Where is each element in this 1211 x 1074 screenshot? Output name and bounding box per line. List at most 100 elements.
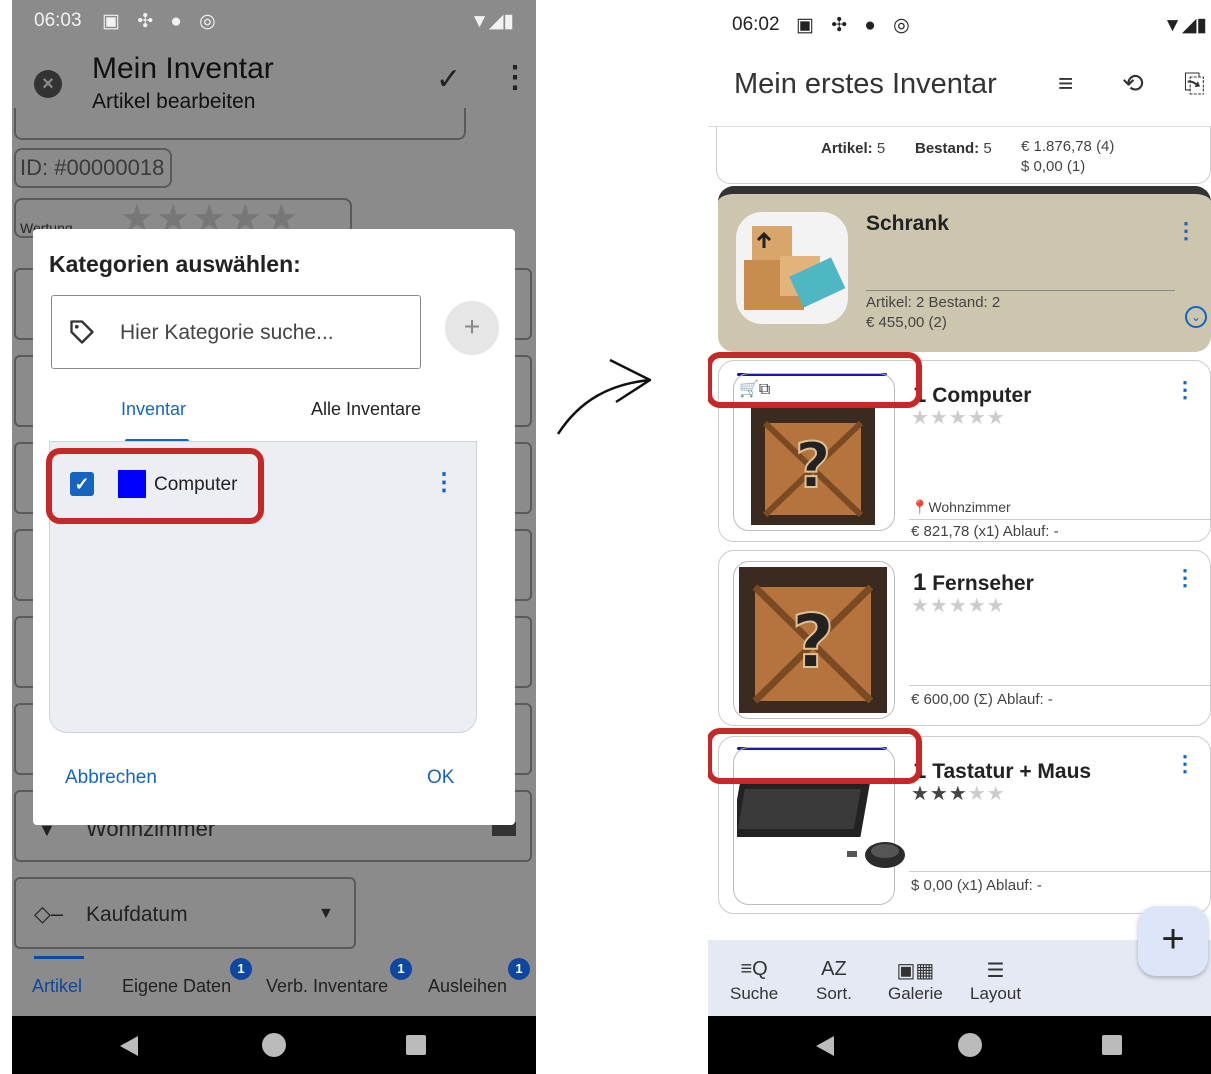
tab-verb-inventare[interactable]: Verb. Inventare <box>266 976 388 997</box>
back-icon[interactable] <box>816 1036 834 1056</box>
tab-badge: 1 <box>390 958 412 980</box>
tab-badge: 1 <box>230 958 252 980</box>
chevron-down-icon[interactable]: ▼ <box>318 905 334 923</box>
tab-ausleihen[interactable]: Ausleihen <box>428 976 507 997</box>
item-name: Fernseher <box>932 572 1034 595</box>
tag-icon <box>70 320 94 344</box>
tab-artikel[interactable]: Artikel <box>32 976 82 997</box>
divider <box>909 685 1210 686</box>
edit-tabs: Artikel Eigene Daten 1 Verb. Inventare 1… <box>12 956 536 1016</box>
item-name: Computer <box>932 384 1032 407</box>
group-thumbnail <box>736 212 848 324</box>
search-label: Suche <box>730 984 779 1003</box>
summary-bestand: Bestand: 5 <box>915 140 992 157</box>
summary-bestand-value: 5 <box>983 140 992 157</box>
item-stars: ★★★★★ <box>911 595 1006 617</box>
layout-button[interactable]: ☰ Layout <box>970 958 1021 1004</box>
form-field-bg <box>14 108 466 140</box>
category-search-input[interactable] <box>120 316 410 350</box>
item-location: 📍Wohnzimmer <box>911 499 1011 515</box>
transition-arrow-icon <box>556 358 652 435</box>
add-item-fab[interactable]: + <box>1138 906 1208 976</box>
edit-item-screen: 06:03 ▣ ✣ ● ◎ ▼◢▮ × Mein Inventar Artike… <box>12 0 536 1074</box>
notification-icons: ▣ ✣ ● ◎ <box>102 11 222 32</box>
layout-label: Layout <box>970 984 1022 1003</box>
item-menu-icon[interactable]: ⋮ <box>1174 751 1196 777</box>
search-button[interactable]: ≡Q Suche <box>730 958 778 1004</box>
status-bar: 06:03 ▣ ✣ ● ◎ ▼◢▮ <box>12 0 536 44</box>
group-card[interactable]: Schrank Artikel: 2 Bestand: 2 € 455,00 (… <box>718 186 1211 352</box>
svg-text:?: ? <box>792 599 835 685</box>
summary-artikel-label: Artikel: <box>821 140 873 157</box>
purchase-date-field[interactable]: ◇– Kaufdatum ▼ <box>14 877 356 949</box>
boxes-icon <box>744 226 846 310</box>
divider <box>909 519 1210 520</box>
save-check-icon[interactable]: ✓ <box>436 62 461 97</box>
tab-inventar[interactable]: Inventar <box>121 399 186 420</box>
history-settings-icon[interactable]: ⟲ <box>1122 68 1144 99</box>
signal-battery-icons: ▼◢▮ <box>470 11 514 32</box>
tab-alle-inventare[interactable]: Alle Inventare <box>311 399 421 420</box>
item-stars: ★★★★★ <box>911 407 1006 429</box>
summary-bestand-label: Bestand: <box>915 140 980 157</box>
purchase-date-label: Kaufdatum <box>86 903 188 926</box>
bottom-toolbar: ≡Q Suche AZ Sort. ▣▦ Galerie ☰ Layout <box>708 940 1211 1018</box>
home-icon[interactable] <box>262 1033 286 1057</box>
page-title: Mein Inventar <box>92 52 274 85</box>
cancel-button[interactable]: Abbrechen <box>65 767 157 789</box>
placeholder-crate-image: ? <box>751 405 875 525</box>
export-file-icon[interactable]: ⎘ <box>1184 68 1205 100</box>
status-bar: 06:02 ▣ ✣ ● ◎ ▼◢▮ <box>708 0 1211 50</box>
filter-icon[interactable]: ≡ <box>1058 68 1073 99</box>
recents-icon[interactable] <box>1102 1035 1122 1055</box>
layout-list-icon: ☰ <box>986 960 1005 982</box>
item-name: Tastatur + Maus <box>932 760 1092 783</box>
tab-eigene-daten[interactable]: Eigene Daten <box>122 976 231 997</box>
system-nav-bar <box>12 1016 536 1074</box>
expand-icon[interactable]: ⌄ <box>1185 306 1207 328</box>
item-stars: ★★★★★ <box>911 783 1006 805</box>
svg-text:?: ? <box>795 429 831 502</box>
signal-battery-icons: ▼◢▮ <box>1163 15 1207 36</box>
category-menu-icon[interactable]: ⋮ <box>432 468 456 497</box>
page-title: Mein erstes Inventar <box>734 68 997 100</box>
gallery-label: Galerie <box>888 984 943 1003</box>
item-quantity: 1 <box>913 569 927 596</box>
dialog-title: Kategorien auswählen: <box>49 251 301 277</box>
item-price-line: $ 0,00 (x1) Ablauf: - <box>911 877 1042 894</box>
app-bar: Mein erstes Inventar ≡ ⟲ ⎘ <box>708 50 1211 126</box>
system-nav-bar <box>708 1016 1211 1074</box>
sort-button[interactable]: AZ Sort. <box>816 958 852 1004</box>
sort-az-icon: AZ <box>821 958 847 980</box>
home-icon[interactable] <box>958 1033 982 1057</box>
group-value: € 455,00 (2) <box>866 314 947 331</box>
overflow-menu-icon[interactable]: ⋮ <box>500 60 530 95</box>
group-title: Schrank <box>866 212 949 235</box>
highlight-box <box>708 728 922 784</box>
sort-label: Sort. <box>816 984 852 1003</box>
keyboard-mouse-image <box>737 783 905 868</box>
add-category-button[interactable]: + <box>445 301 499 355</box>
item-card[interactable]: ? 1 Fernseher ★★★★★ € 600,00 (Σ) Ablauf:… <box>718 550 1211 726</box>
highlight-box <box>46 448 264 524</box>
id-chip: ID: #00000018 <box>14 148 172 188</box>
highlight-box <box>708 352 922 408</box>
divider <box>866 290 1175 291</box>
gallery-icon: ▣▦ <box>896 960 935 982</box>
ok-button[interactable]: OK <box>427 767 454 789</box>
summary-usd: $ 0,00 (1) <box>1021 158 1086 175</box>
group-menu-icon[interactable]: ⋮ <box>1175 218 1197 244</box>
inventory-list-screen: 06:02 ▣ ✣ ● ◎ ▼◢▮ Mein erstes Inventar ≡… <box>708 0 1211 1074</box>
search-icon: ≡Q <box>740 958 768 980</box>
gallery-button[interactable]: ▣▦ Galerie <box>888 958 943 1004</box>
category-search[interactable] <box>51 295 421 369</box>
recents-icon[interactable] <box>406 1035 426 1055</box>
item-menu-icon[interactable]: ⋮ <box>1174 377 1196 403</box>
group-stats: Artikel: 2 Bestand: 2 <box>866 294 1001 311</box>
item-menu-icon[interactable]: ⋮ <box>1174 565 1196 591</box>
notification-icons: ▣ ✣ ● ◎ <box>796 15 916 36</box>
summary-artikel-value: 5 <box>876 140 886 157</box>
close-icon[interactable]: × <box>34 70 62 98</box>
back-icon[interactable] <box>120 1036 138 1056</box>
active-tab-indicator <box>34 956 84 959</box>
